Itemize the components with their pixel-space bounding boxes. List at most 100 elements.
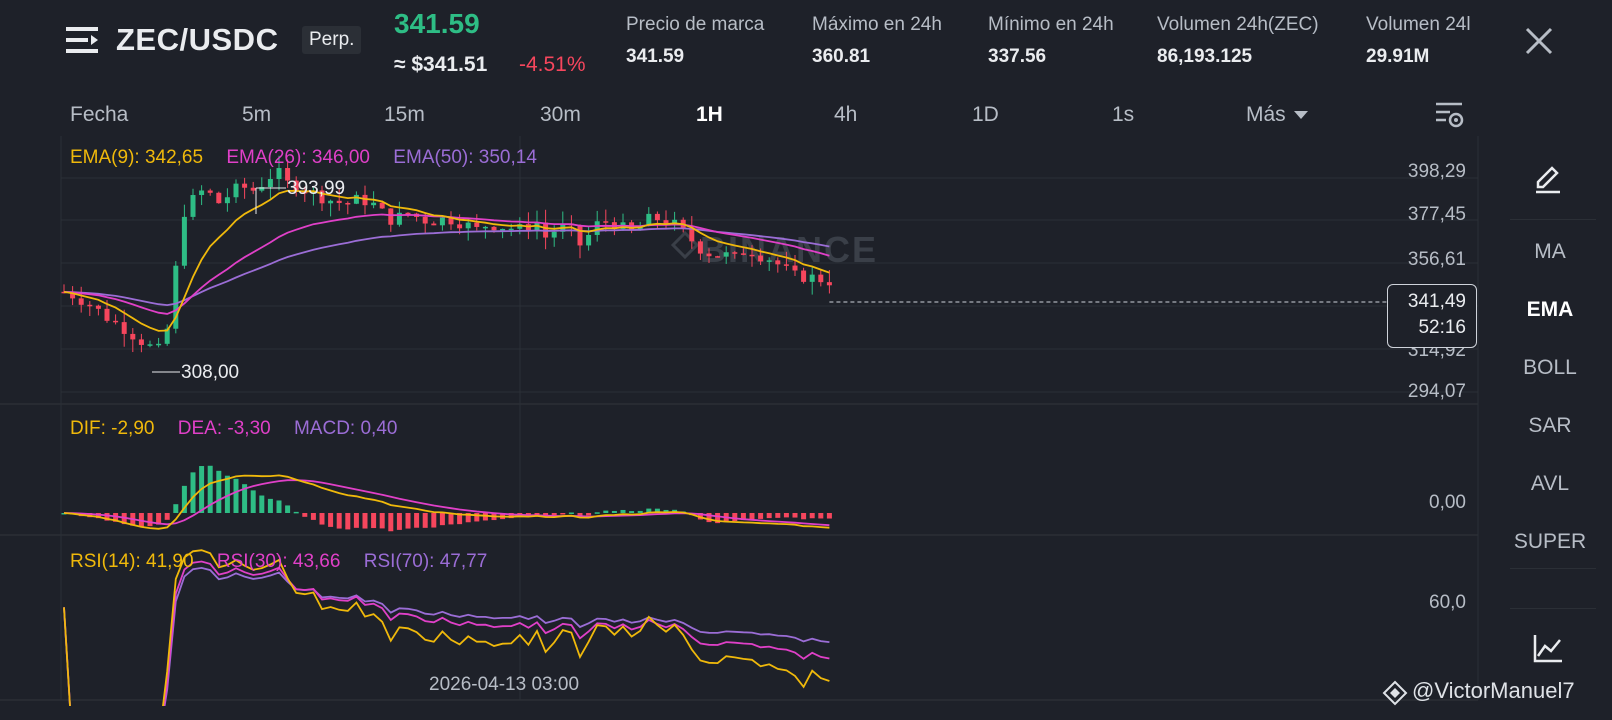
tab-more[interactable]: Más [1246,103,1308,127]
candle-body [104,308,110,321]
macd-histogram-bar [439,513,445,526]
tab-5m[interactable]: 5m [242,103,271,127]
candle-body [474,222,480,227]
candle-body [224,197,230,204]
indicator-super[interactable]: SUPER [1510,530,1590,554]
candle-body [113,320,119,323]
candle-body [422,216,428,224]
candle-body [87,304,93,307]
candle-body [594,221,600,235]
indicator-ma[interactable]: MA [1510,240,1590,264]
candle-body [723,252,729,257]
macd-histogram-bar [826,513,832,519]
macd-histogram-bar [285,505,291,513]
candle-body [78,298,84,305]
stat-value-mark-price: 341.59 [626,46,685,67]
macd-histogram-bar [388,513,394,532]
candle-body [577,225,583,246]
candle-body [775,260,781,265]
pair-title[interactable]: ZEC/USDC [116,22,278,58]
chart-settings-icon[interactable] [1434,100,1466,130]
candle-body [482,226,488,229]
tab-30m[interactable]: 30m [540,103,581,127]
macd-histogram-bar [568,512,574,515]
close-icon[interactable] [1524,26,1554,56]
tab-fecha[interactable]: Fecha [70,103,128,127]
macd-histogram-bar [594,512,600,514]
candle-body [586,234,592,246]
candle-body [388,208,394,225]
candle-body [439,217,445,226]
macd-histogram-bar [766,513,772,519]
candle-body [130,333,136,340]
macd-histogram-bar [801,513,807,520]
macd-histogram-bar [422,513,428,528]
macd-histogram-bar [620,509,626,513]
macd-histogram-bar [414,513,420,528]
indicator-avl[interactable]: AVL [1510,472,1590,496]
macd-histogram-bar [164,513,170,520]
rsi-axis-tick: 60,0 [1429,592,1466,613]
macd-histogram-bar [379,513,385,529]
candle-body [336,200,342,203]
candle-body [181,216,187,266]
candle-body [362,194,368,206]
stat-value-volume-usdc: 29.91M [1366,46,1430,67]
candle-body [818,274,824,283]
tab-1h[interactable]: 1H [696,103,723,127]
macd-histogram-bar [534,513,540,515]
candle-body [242,183,248,188]
macd-histogram-bar [310,513,316,520]
indicator-chart-icon[interactable] [1532,632,1564,664]
macd-histogram-bar [233,478,239,513]
tab-15m[interactable]: 15m [384,103,425,127]
macd-histogram-bar [362,513,368,529]
candle-body [328,200,334,204]
macd-axis-tick: 0,00 [1429,492,1466,513]
legend-macd: MACD: 0,40 [293,418,398,439]
macd-histogram-bar [336,513,342,529]
macd-histogram-bar [560,513,566,515]
tab-1d[interactable]: 1D [972,103,999,127]
pencil-icon[interactable] [1532,163,1564,195]
low-annotation: 308,00 [181,362,239,383]
indicator-sar[interactable]: SAR [1510,414,1590,438]
legend-dea: DEA: -3,30 [177,418,271,439]
high-annotation: 393,99 [287,178,345,199]
macd-histogram-bar [328,513,334,527]
legend-ema50: EMA(50): 350,14 [393,147,537,168]
macd-histogram-bar [216,470,222,513]
indicator-boll[interactable]: BOLL [1510,356,1590,380]
separator [1510,219,1596,220]
usd-price: ≈ $341.51 [394,53,488,76]
stat-value-low: 337.56 [988,46,1047,67]
macd-legend: DIF: -2,90 DEA: -3,30 MACD: 0,40 [70,418,397,440]
candle-body [371,202,377,206]
macd-histogram-bar [250,490,256,513]
legend-ema9: EMA(9): 342,65 [70,147,204,168]
candle-body [233,183,239,198]
tab-4h[interactable]: 4h [834,103,857,127]
legend-rsi14: RSI(14): 41,90 [70,551,194,572]
candle-body [138,339,144,345]
stat-value-volume-zec: 86,193.125 [1157,46,1253,67]
caret-down-icon [1293,111,1308,120]
stat-label-low: Mínimo en 24h [988,14,1114,35]
macd-histogram-bar [302,513,308,517]
indicator-ema[interactable]: EMA [1510,298,1590,322]
candle-body [809,274,815,282]
candle-body [758,255,764,262]
candle-body [276,168,282,180]
macd-histogram-bar [396,513,402,530]
candle-body [147,344,153,346]
current-price-tag: 341,49 52:16 [1387,284,1477,348]
candle-body [199,190,205,196]
hamburger-icon[interactable] [66,25,102,55]
macd-histogram-bar [319,513,325,525]
current-price-value: 341,49 [1407,291,1466,312]
macd-histogram-bar [371,513,377,529]
legend-rsi30: RSI(30): 43,66 [216,551,341,572]
separator [1510,568,1596,569]
stat-label-mark-price: Precio de marca [626,14,765,35]
tab-1s[interactable]: 1s [1112,103,1134,127]
